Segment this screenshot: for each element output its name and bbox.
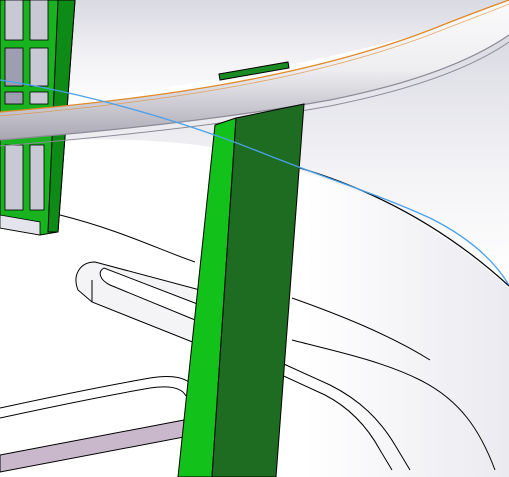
model-canvas[interactable]	[0, 0, 509, 477]
cad-viewport[interactable]	[0, 0, 509, 477]
